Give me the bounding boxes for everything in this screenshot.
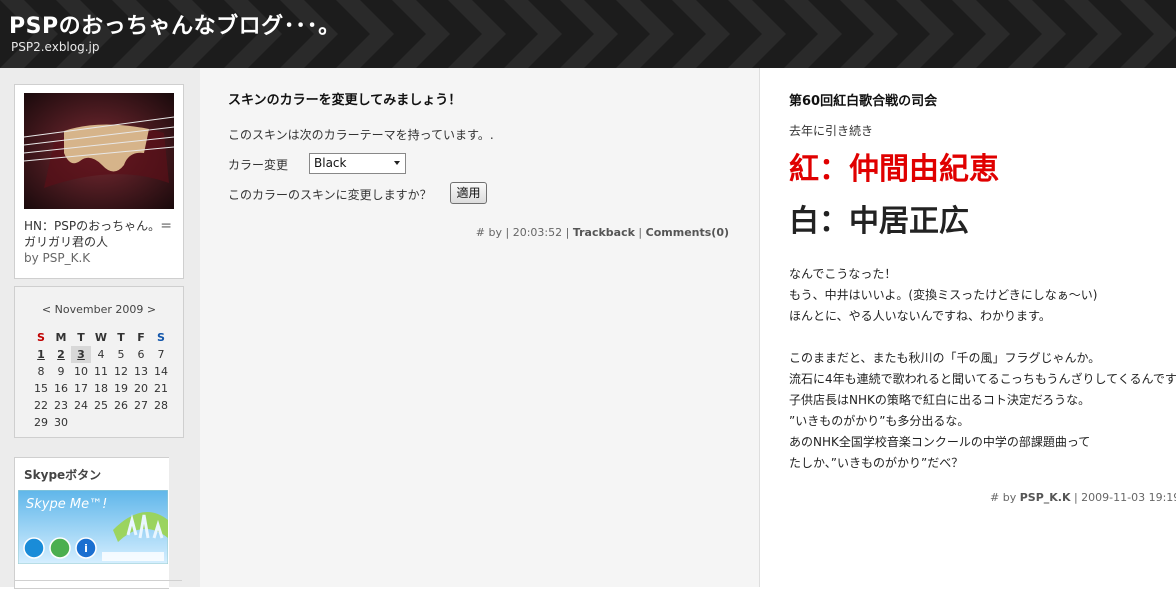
post-line: ほんとに、やる人いないんですね、わかります。 (789, 309, 1051, 323)
calendar-day: 28 (154, 399, 168, 412)
post-line: なんでこうなった！ (789, 267, 897, 281)
skype-button-text: Skype Me™! (26, 497, 107, 512)
svg-text:i: i (84, 542, 88, 555)
footer-separator: | (634, 226, 646, 239)
skype-title: Skypeボタン (24, 468, 102, 482)
color-select[interactable]: Black (309, 153, 406, 174)
blog-url[interactable]: PSP2.exblog.jp (11, 40, 100, 54)
calendar-weekday: W (94, 331, 108, 344)
calendar-day: 8 (37, 365, 45, 378)
calendar-day: 19 (114, 382, 128, 395)
trackback-link[interactable]: Trackback (573, 226, 635, 239)
calendar-day (131, 414, 151, 431)
calendar-weekday: F (137, 331, 145, 344)
skin-color-description: このスキンは次のカラーテーマを持っています。. (228, 128, 494, 142)
calendar-day: 13 (134, 365, 148, 378)
post-author-link[interactable]: PSP_K.K (1020, 491, 1071, 504)
calendar-weekday: T (117, 331, 125, 344)
calendar-day (91, 414, 111, 431)
white-team-host: 白：中居正広 (789, 204, 969, 239)
color-change-label: カラー変更 (228, 158, 289, 172)
calendar-day[interactable]: 1 (31, 346, 51, 363)
post-footer-prefix: # by (990, 491, 1020, 504)
add-contact-icon (49, 537, 71, 559)
skin-post-footer: # by | 20:03:52 | Trackback | Comments(0… (476, 226, 729, 239)
calendar-day: 29 (34, 416, 48, 429)
calendar-day: 27 (134, 399, 148, 412)
calendar-day[interactable]: 2 (51, 346, 71, 363)
calendar-day: 11 (94, 365, 108, 378)
calendar-weekday: S (157, 331, 165, 344)
skype-box: Skypeボタン Skype Me™! i (14, 457, 169, 589)
profile-author[interactable]: by PSP_K.K (24, 251, 90, 265)
post-line: あのNHK全国学校音楽コンクールの中学の部課題曲って (789, 435, 1091, 449)
blog-title[interactable]: PSPのおっちゃんなブログ･･･。 (9, 8, 341, 40)
post-line (789, 327, 1176, 348)
calendar-day: 22 (34, 399, 48, 412)
post-meta: # by | 20:03:52 | (475, 226, 573, 239)
calendar-grid: SMTWTFS 1 2 3 4 5 6 7 8 9 10 11 12 13 14 15 16 17 18 19 20 2… (31, 329, 171, 431)
calendar-day: 30 (54, 416, 68, 429)
calendar-day: 7 (157, 348, 165, 361)
calendar-box: < November 2009 > SMTWTFS 1 2 3 4 5 6 7 8 9 10 11 1… (14, 286, 184, 438)
calendar-day: 23 (54, 399, 68, 412)
color-select-value: Black (314, 156, 347, 170)
post-title[interactable]: 第60回紅白歌合戦の司会 (789, 90, 937, 109)
red-team-host: 紅：仲間由紀恵 (789, 152, 999, 187)
calendar-day: 18 (94, 382, 108, 395)
calendar-day: 16 (54, 382, 68, 395)
calendar-day: 21 (154, 382, 168, 395)
post-line: 子供店長はNHKの策略で紅白に出るコト決定だろうな。 (789, 393, 1091, 407)
calendar-day (111, 414, 131, 431)
post-line: たしか、”いきものがかり”だべ？ (789, 456, 964, 470)
skype-me-button[interactable]: Skype Me™! i (18, 490, 168, 564)
calendar-day: 17 (74, 382, 88, 395)
calendar-day: 10 (74, 365, 88, 378)
calendar-day: 12 (114, 365, 128, 378)
calendar-day: 25 (94, 399, 108, 412)
post-footer: # by PSP_K.K | 2009-11-03 19:19 | ニュ (990, 489, 1176, 505)
skin-color-panel: スキンのカラーを変更してみましょう！ このスキンは次のカラーテーマを持っています… (200, 68, 760, 587)
calendar-weekday: S (37, 331, 45, 344)
calendar-day (151, 414, 171, 431)
calendar-day: 20 (134, 382, 148, 395)
post-line: ”いきものがかり”も多分出るな。 (789, 414, 970, 428)
blog-header: PSPのおっちゃんなブログ･･･。 PSP2.exblog.jp (0, 0, 1176, 68)
calendar-day: 14 (154, 365, 168, 378)
calendar-day: 26 (114, 399, 128, 412)
profile-image[interactable] (24, 93, 174, 209)
profile-name: HN：PSPのおっちゃん。＝ガリガリ君の人 (24, 219, 173, 249)
calendar-day: 9 (57, 365, 65, 378)
apply-button[interactable]: 適用 (450, 182, 487, 204)
comments-link[interactable]: Comments(0) (646, 226, 729, 239)
post-line: 流石に4年も連続で歌われると聞いてるこっちもうんざりしてくるんですけ (789, 372, 1176, 386)
post-line: このままだと、またも秋川の「千の風」フラグじゃんか。 (789, 351, 1101, 365)
skin-color-title: スキンのカラーを変更してみましょう！ (228, 93, 462, 108)
calendar-month-nav[interactable]: < November 2009 > (15, 303, 183, 316)
calendar-day: 5 (117, 348, 125, 361)
blog-post: 第60回紅白歌合戦の司会 去年に引き続き 紅：仲間由紀恵 白：中居正広 なんでこ… (760, 68, 1176, 587)
chat-icon (23, 537, 45, 559)
calendar-day: 6 (137, 348, 145, 361)
calendar-day: 4 (97, 348, 105, 361)
calendar-day: 15 (34, 382, 48, 395)
calendar-day (71, 414, 91, 431)
post-intro: 去年に引き続き (789, 124, 874, 138)
calendar-weekday: T (77, 331, 85, 344)
sidebar-divider (14, 580, 182, 581)
calendar-weekday: M (55, 331, 67, 344)
calendar-day[interactable]: 3 (71, 346, 91, 363)
profile-box: HN：PSPのおっちゃん。＝ガリガリ君の人 by PSP_K.K (14, 84, 184, 279)
calendar-day: 24 (74, 399, 88, 412)
chevron-down-icon (394, 161, 400, 165)
post-line: もう、中井はいいよ。(変換ミスったけどきにしなぁ〜い) (789, 288, 1098, 302)
post-body: なんでこうなった！ もう、中井はいいよ。(変換ミスったけどきにしなぁ〜い) ほんとに… (789, 264, 1176, 474)
apply-question: このカラーのスキンに変更しますか？ (228, 188, 432, 202)
post-date: | 2009-11-03 19:19 | ニュ (1073, 491, 1176, 504)
sidebar: HN：PSPのおっちゃん。＝ガリガリ君の人 by PSP_K.K < Novem… (0, 68, 201, 589)
